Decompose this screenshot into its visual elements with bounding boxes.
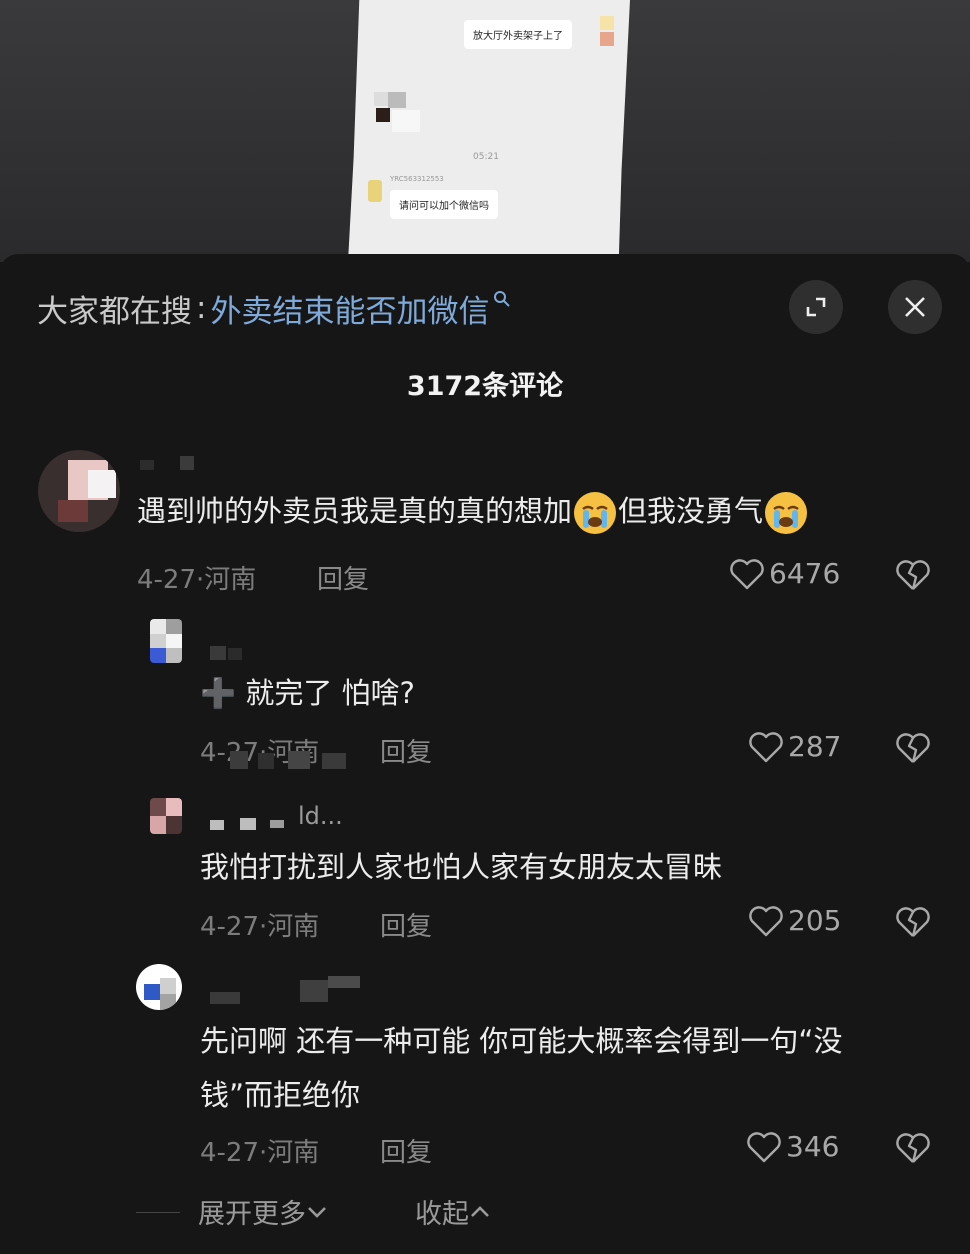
heart-icon: [749, 905, 783, 936]
image-pixelated: [376, 108, 390, 122]
replies-toggle-row: 展开更多 收起: [0, 1192, 970, 1232]
broken-heart-icon[interactable]: [895, 906, 931, 938]
expand-icon: [806, 297, 826, 317]
username-pixelated: [210, 816, 300, 830]
heart-icon: [747, 1131, 781, 1162]
image-pixelated: [374, 92, 388, 106]
comment-text-line-1: 先问啊 还有一种可能 你可能大概率会得到一句“没: [200, 1024, 843, 1058]
reply-button[interactable]: 回复: [317, 559, 369, 596]
trending-search[interactable]: 大家都在搜 : 外卖结束能否加微信: [37, 286, 511, 331]
comment-date-location: 4-27·河南: [200, 912, 320, 942]
comment-text: 遇到帅的外卖员我是真的真的想加 但我没勇气: [137, 484, 809, 538]
like-button[interactable]: 346: [746, 1130, 839, 1163]
broken-heart-icon[interactable]: [895, 559, 931, 591]
search-separator: :: [196, 290, 207, 326]
like-count: 6476: [769, 557, 841, 590]
collapse-button[interactable]: 收起: [415, 1192, 491, 1231]
username-pixelated: [210, 646, 244, 660]
username-pixelated: [140, 456, 194, 474]
comment-text: 我怕打扰到人家也怕人家有女朋友太冒昧: [200, 850, 723, 884]
heart-icon: [749, 731, 783, 762]
username-partial: ld...: [298, 802, 343, 830]
broken-heart-icon[interactable]: [895, 732, 931, 764]
plus-glyph: ➕: [200, 676, 237, 710]
search-term-link[interactable]: 外卖结束能否加微信: [210, 286, 489, 331]
reply-button[interactable]: 回复: [380, 906, 432, 943]
comment-panel: 大家都在搜 : 外卖结束能否加微信 3172条评论 遇到帅的外卖员我是真的真的想…: [0, 254, 970, 1254]
like-button[interactable]: 205: [748, 904, 841, 937]
heart-icon: [730, 558, 764, 589]
comment-text: ➕ 就完了 怕啥?: [200, 676, 415, 710]
chat-screenshot: 放大厅外卖架子上了 05:21 YRC563312553 请问可以加个微信吗: [348, 0, 630, 262]
avatar[interactable]: [150, 619, 182, 663]
avatar-pixelated: [58, 500, 88, 522]
comment-reply-item: 先问啊 还有一种可能 你可能大概率会得到一句“没 钱”而拒绝你 4-27·河南 …: [0, 960, 970, 1190]
crying-emoji: [574, 492, 617, 534]
search-prefix: 大家都在搜: [37, 293, 192, 330]
sender-avatar-pixelated: [600, 32, 614, 46]
chevron-up-icon: [471, 1205, 489, 1217]
avatar[interactable]: [38, 450, 120, 532]
like-count: 287: [788, 730, 842, 763]
chevron-down-icon: [308, 1206, 326, 1218]
broken-heart-icon[interactable]: [895, 1132, 931, 1164]
close-button[interactable]: [888, 280, 942, 334]
image-pixelated: [388, 92, 406, 108]
comment-text-line-2: 钱”而拒绝你: [200, 1078, 361, 1112]
sender-avatar-pixelated: [600, 16, 614, 30]
sent-message-bubble: 放大厅外卖架子上了: [464, 20, 572, 49]
comment-date-location: 4-27·河南: [200, 1138, 320, 1168]
image-pixelated: [392, 110, 420, 132]
like-button[interactable]: 287: [748, 730, 841, 763]
crying-emoji: [765, 492, 808, 534]
reply-button[interactable]: 回复: [380, 732, 432, 769]
comment-count: 3172条评论: [406, 371, 564, 402]
divider: [136, 1212, 180, 1213]
like-button[interactable]: 6476: [729, 557, 840, 590]
expand-more-button[interactable]: 展开更多: [198, 1192, 328, 1231]
close-icon: [905, 297, 925, 317]
comment-reply-item: ➕ 就完了 怕啥? 4-27·河南 回复 287: [0, 614, 970, 774]
like-count: 205: [788, 904, 842, 937]
avatar[interactable]: [136, 964, 182, 1010]
expand-button[interactable]: [789, 280, 843, 334]
chat-timestamp: 05:21: [473, 152, 499, 162]
avatar-pixelated: [88, 470, 116, 498]
username-pixelated: [210, 976, 360, 1006]
comment-reply-item: ld... 我怕打扰到人家也怕人家有女朋友太冒昧 4-27·河南 回复 205: [0, 794, 970, 954]
pixelated-overlay: [230, 751, 350, 769]
reply-button[interactable]: 回复: [380, 1132, 432, 1169]
like-count: 346: [786, 1130, 840, 1163]
expand-more-label: 展开更多: [198, 1199, 306, 1230]
collapse-label: 收起: [415, 1199, 469, 1230]
comment-item: 遇到帅的外卖员我是真的真的想加 但我没勇气 4-27·河南 回复 6476: [0, 444, 970, 604]
received-message-bubble: 请问可以加个微信吗: [390, 190, 498, 219]
search-icon: [494, 291, 511, 307]
receiver-avatar: [368, 180, 382, 202]
avatar[interactable]: [150, 798, 182, 834]
chat-user-id: YRC563312553: [390, 175, 444, 183]
video-preview[interactable]: 放大厅外卖架子上了 05:21 YRC563312553 请问可以加个微信吗: [0, 0, 970, 262]
comment-date-location: 4-27·河南: [137, 565, 257, 595]
